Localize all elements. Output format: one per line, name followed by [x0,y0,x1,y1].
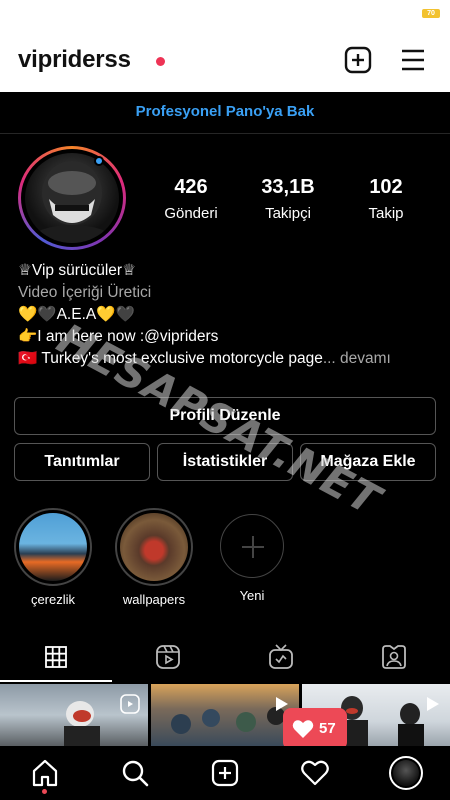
new-highlight-circle[interactable] [220,514,284,578]
bio-category: Video İçeriği Üretici [18,284,152,301]
likes-count: 57 [319,720,336,737]
professional-dashboard-link[interactable]: Profesyonel Pano'ya Bak [0,92,450,134]
bio-line-1: 💛🖤A.E.A💛🖤 [18,306,135,323]
battery-level: 70 [427,10,435,17]
highlight-new[interactable]: Yeni [212,508,292,603]
home-active-dot [42,789,47,794]
new-post-icon[interactable] [343,45,373,75]
bottom-navigation [0,746,450,800]
plus-icon [242,536,264,558]
tagged-icon [382,645,406,669]
post-thumbnail[interactable] [0,684,148,746]
highlight-cerezlik[interactable]: çerezlik [13,508,93,607]
heart-icon [292,720,314,738]
bio-line-3: 🇹🇷 Turkey's most exclusive motorcycle pa… [18,348,438,370]
highlight-label: wallpapers [122,592,186,607]
followers-count: 33,1B [261,176,315,198]
following-label: Takip [368,205,404,222]
posts-label: Gönderi [164,205,218,222]
add-shop-button[interactable]: Mağaza Ekle [300,443,436,481]
heart-outline-icon[interactable] [300,758,330,788]
search-icon[interactable] [120,758,150,788]
posts-count: 426 [174,176,208,198]
tab-posts-grid[interactable] [0,632,112,682]
menu-icon[interactable] [398,45,428,75]
followers-label: Takipçi [265,205,311,222]
bio-line-3-text: 🇹🇷 Turkey's most exclusive motorcycle pa… [18,350,323,367]
home-icon[interactable] [30,758,60,788]
highlight-wallpapers[interactable]: wallpapers [114,508,194,607]
bio-name: ♕Vip sürücüler♕ [18,262,136,279]
notification-dot [156,57,165,66]
highlight-image [19,513,87,581]
grid-icon [45,646,67,668]
reels-icon [156,645,180,669]
avatar [393,760,419,786]
profile-tab-avatar[interactable] [389,756,423,790]
play-icon [427,697,439,711]
highlight-label: Yeni [239,588,265,603]
status-bar: 70 [0,0,450,28]
highlight-label: çerezlik [30,592,76,607]
avatar-status-badge [94,156,104,166]
top-bar: vipriderss [0,28,450,92]
reel-badge-icon [120,694,140,714]
bio-more-link[interactable]: ... devamı [323,350,391,367]
create-post-icon[interactable] [210,758,240,788]
followers-stat[interactable]: 33,1B Takipçi [243,176,333,222]
edit-profile-button[interactable]: Profili Düzenle [14,397,436,435]
profile-tabs [0,632,450,682]
highlight-ring [115,508,193,586]
battery-icon: 70 [422,9,440,18]
posts-stat[interactable]: 426 Gönderi [146,176,236,222]
avatar-image [25,153,119,243]
tv-icon [269,644,293,669]
tab-igtv[interactable] [225,632,337,682]
profile-username[interactable]: vipriderss [18,46,131,74]
highlight-ring [14,508,92,586]
following-count: 102 [369,176,403,198]
post-thumbnail[interactable] [151,684,299,746]
profile-avatar[interactable] [18,146,126,250]
tab-reels[interactable] [112,632,224,682]
tab-tagged[interactable] [338,632,450,682]
highlight-image [120,513,188,581]
following-stat[interactable]: 102 Takip [341,176,431,222]
bio-line-2[interactable]: 👉I am here now :@vipriders [18,326,438,348]
insights-button[interactable]: İstatistikler [157,443,293,481]
active-tab-indicator [0,680,112,682]
promotions-button[interactable]: Tanıtımlar [14,443,150,481]
likes-notification[interactable]: 57 [283,708,347,750]
